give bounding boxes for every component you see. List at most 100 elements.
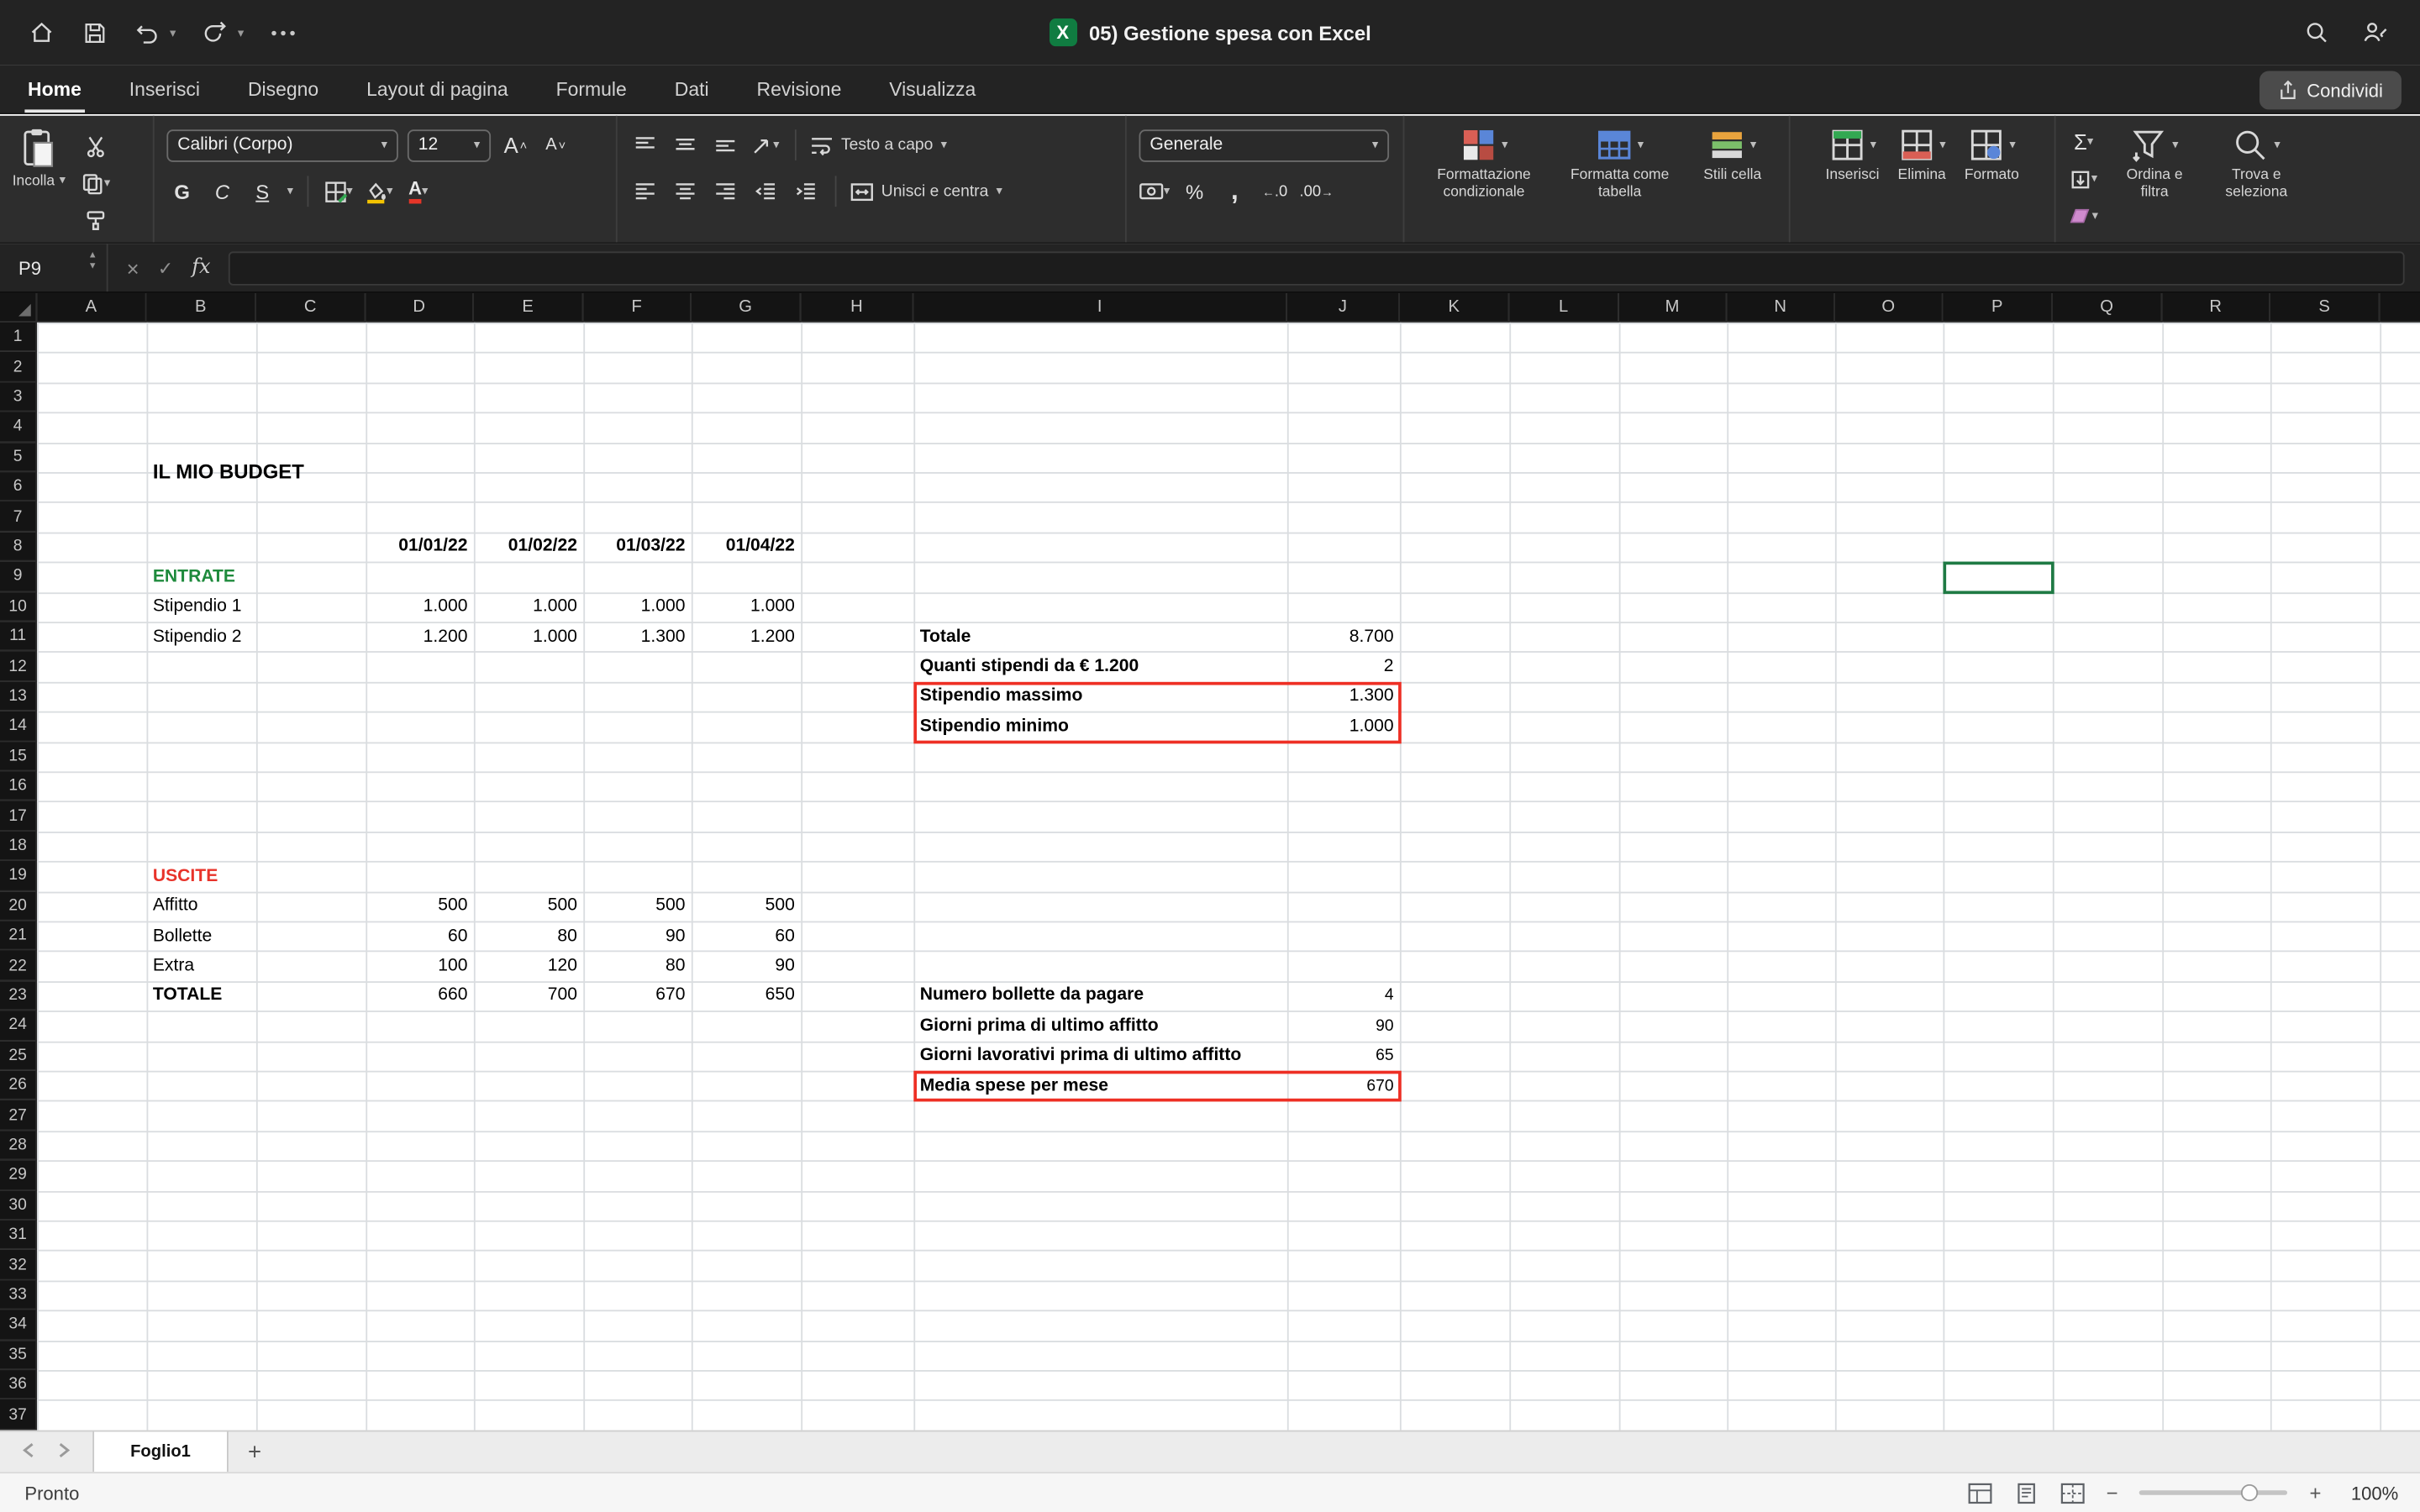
sort-filter-button[interactable]: ▾ Ordina e filtra bbox=[2112, 127, 2198, 236]
cell-F11[interactable]: 1.300 bbox=[583, 622, 692, 652]
add-sheet-button[interactable]: + bbox=[229, 1431, 281, 1472]
row-header-5[interactable]: 5 bbox=[0, 442, 37, 472]
row-header-2[interactable]: 2 bbox=[0, 352, 37, 382]
column-header-R[interactable]: R bbox=[2162, 293, 2270, 323]
cell-I25[interactable]: Giorni lavorativi prima di ultimo affitt… bbox=[913, 1041, 1286, 1071]
cell-B21[interactable]: Bollette bbox=[146, 921, 255, 952]
fill-color-button[interactable]: ▾ bbox=[363, 176, 394, 207]
name-box-stepper[interactable]: ▲▼ bbox=[88, 251, 97, 271]
cell-E23[interactable]: 700 bbox=[474, 981, 583, 1011]
cell-B19[interactable]: USCITE bbox=[146, 861, 255, 891]
cell-D10[interactable]: 1.000 bbox=[366, 592, 474, 622]
column-header-K[interactable]: K bbox=[1400, 293, 1509, 323]
row-header-8[interactable]: 8 bbox=[0, 532, 37, 562]
cell-B10[interactable]: Stipendio 1 bbox=[146, 592, 255, 622]
autosum-button[interactable]: Σ ▾ bbox=[2068, 127, 2099, 158]
zoom-in-button[interactable]: + bbox=[2310, 1481, 2322, 1504]
copy-button[interactable]: ▾ bbox=[81, 169, 112, 199]
row-header-13[interactable]: 13 bbox=[0, 681, 37, 711]
cell-styles-button[interactable]: ▾ Stili cella bbox=[1689, 127, 1776, 236]
column-header-L[interactable]: L bbox=[1509, 293, 1618, 323]
cell-F21[interactable]: 90 bbox=[583, 921, 692, 952]
row-header-27[interactable]: 27 bbox=[0, 1100, 37, 1131]
tab-revisione[interactable]: Revisione bbox=[754, 70, 844, 113]
number-format-select[interactable]: Generale ▾ bbox=[1139, 129, 1390, 161]
column-header-B[interactable]: B bbox=[146, 293, 255, 323]
row-header-11[interactable]: 11 bbox=[0, 622, 37, 652]
row-header-6[interactable]: 6 bbox=[0, 472, 37, 502]
borders-button[interactable]: ▾ bbox=[323, 176, 354, 207]
cell-G8[interactable]: 01/04/22 bbox=[692, 532, 801, 562]
select-all-corner[interactable] bbox=[0, 293, 37, 323]
column-header-S[interactable]: S bbox=[2270, 293, 2380, 323]
decrease-decimal-button[interactable]: .00→ bbox=[1300, 176, 1334, 207]
align-middle-button[interactable] bbox=[670, 129, 701, 160]
column-header-J[interactable]: J bbox=[1287, 293, 1400, 323]
row-header-10[interactable]: 10 bbox=[0, 592, 37, 622]
format-cells-button[interactable]: ▾ Formato bbox=[1965, 127, 2019, 236]
align-left-button[interactable] bbox=[629, 176, 660, 207]
tab-home[interactable]: Home bbox=[24, 70, 84, 113]
save-icon[interactable] bbox=[81, 18, 108, 46]
more-icon[interactable] bbox=[269, 18, 297, 46]
wrap-text-button[interactable]: Testo a capo ▾ bbox=[810, 129, 947, 160]
row-header-15[interactable]: 15 bbox=[0, 742, 37, 772]
home-icon[interactable] bbox=[28, 18, 55, 46]
cell-I23[interactable]: Numero bollette da pagare bbox=[913, 981, 1286, 1011]
insert-cells-button[interactable]: ▾ Inserisci bbox=[1826, 127, 1880, 236]
cell-J12[interactable]: 2 bbox=[1287, 652, 1400, 682]
page-break-view-icon[interactable] bbox=[2060, 1482, 2085, 1504]
cell-I24[interactable]: Giorni prima di ultimo affitto bbox=[913, 1011, 1286, 1041]
cell-F20[interactable]: 500 bbox=[583, 891, 692, 921]
fill-button[interactable]: ▾ bbox=[2068, 164, 2099, 195]
column-header-D[interactable]: D bbox=[366, 293, 474, 323]
row-header-4[interactable]: 4 bbox=[0, 412, 37, 443]
cell-F22[interactable]: 80 bbox=[583, 951, 692, 981]
name-box[interactable]: P9 ▲▼ bbox=[0, 244, 108, 291]
cell-D8[interactable]: 01/01/22 bbox=[366, 532, 474, 562]
format-as-table-button[interactable]: ▾ Formatta come tabella bbox=[1565, 127, 1674, 236]
increase-decimal-button[interactable]: ←.0 bbox=[1260, 176, 1291, 207]
tab-formule[interactable]: Formule bbox=[553, 70, 630, 113]
zoom-slider-thumb[interactable] bbox=[2242, 1484, 2259, 1501]
cell-F8[interactable]: 01/03/22 bbox=[583, 532, 692, 562]
column-header-F[interactable]: F bbox=[583, 293, 692, 323]
font-size-select[interactable]: 12 ▾ bbox=[408, 129, 491, 161]
increase-indent-button[interactable] bbox=[790, 176, 821, 207]
align-top-button[interactable] bbox=[629, 129, 660, 160]
row-header-16[interactable]: 16 bbox=[0, 771, 37, 801]
cell-J11[interactable]: 8.700 bbox=[1287, 622, 1400, 652]
row-header-12[interactable]: 12 bbox=[0, 652, 37, 682]
delete-cells-button[interactable]: ▾ Elimina bbox=[1898, 127, 1946, 236]
row-header-17[interactable]: 17 bbox=[0, 801, 37, 832]
italic-button[interactable]: C bbox=[207, 176, 238, 207]
tab-inserisci[interactable]: Inserisci bbox=[126, 70, 203, 113]
cell-J26[interactable]: 670 bbox=[1287, 1071, 1400, 1101]
cell-I11[interactable]: Totale bbox=[913, 622, 1286, 652]
insert-function-icon[interactable]: fx bbox=[192, 256, 210, 280]
zoom-slider[interactable] bbox=[2139, 1490, 2287, 1495]
cell-E21[interactable]: 80 bbox=[474, 921, 583, 952]
row-header-22[interactable]: 22 bbox=[0, 951, 37, 981]
zoom-out-button[interactable]: − bbox=[2107, 1481, 2118, 1504]
row-header-28[interactable]: 28 bbox=[0, 1131, 37, 1161]
cell-B9[interactable]: ENTRATE bbox=[146, 562, 255, 592]
next-sheet-icon[interactable] bbox=[57, 1438, 71, 1466]
cell-F23[interactable]: 670 bbox=[583, 981, 692, 1011]
orientation-button[interactable]: ▾ bbox=[750, 129, 781, 160]
column-header-C[interactable]: C bbox=[256, 293, 366, 323]
conditional-formatting-button[interactable]: ▾ Formattazione condizionale bbox=[1418, 127, 1550, 236]
cell-E20[interactable]: 500 bbox=[474, 891, 583, 921]
cut-button[interactable] bbox=[81, 131, 112, 161]
cell-B20[interactable]: Affitto bbox=[146, 891, 255, 921]
paste-button[interactable]: Incolla ▾ bbox=[13, 127, 66, 236]
cell-G21[interactable]: 60 bbox=[692, 921, 801, 952]
cell-F10[interactable]: 1.000 bbox=[583, 592, 692, 622]
row-header-19[interactable]: 19 bbox=[0, 861, 37, 891]
cell-E22[interactable]: 120 bbox=[474, 951, 583, 981]
cell-D11[interactable]: 1.200 bbox=[366, 622, 474, 652]
column-header-G[interactable]: G bbox=[692, 293, 801, 323]
bold-button[interactable]: G bbox=[166, 176, 197, 207]
cell-D20[interactable]: 500 bbox=[366, 891, 474, 921]
cancel-entry-icon[interactable]: × bbox=[127, 255, 139, 280]
